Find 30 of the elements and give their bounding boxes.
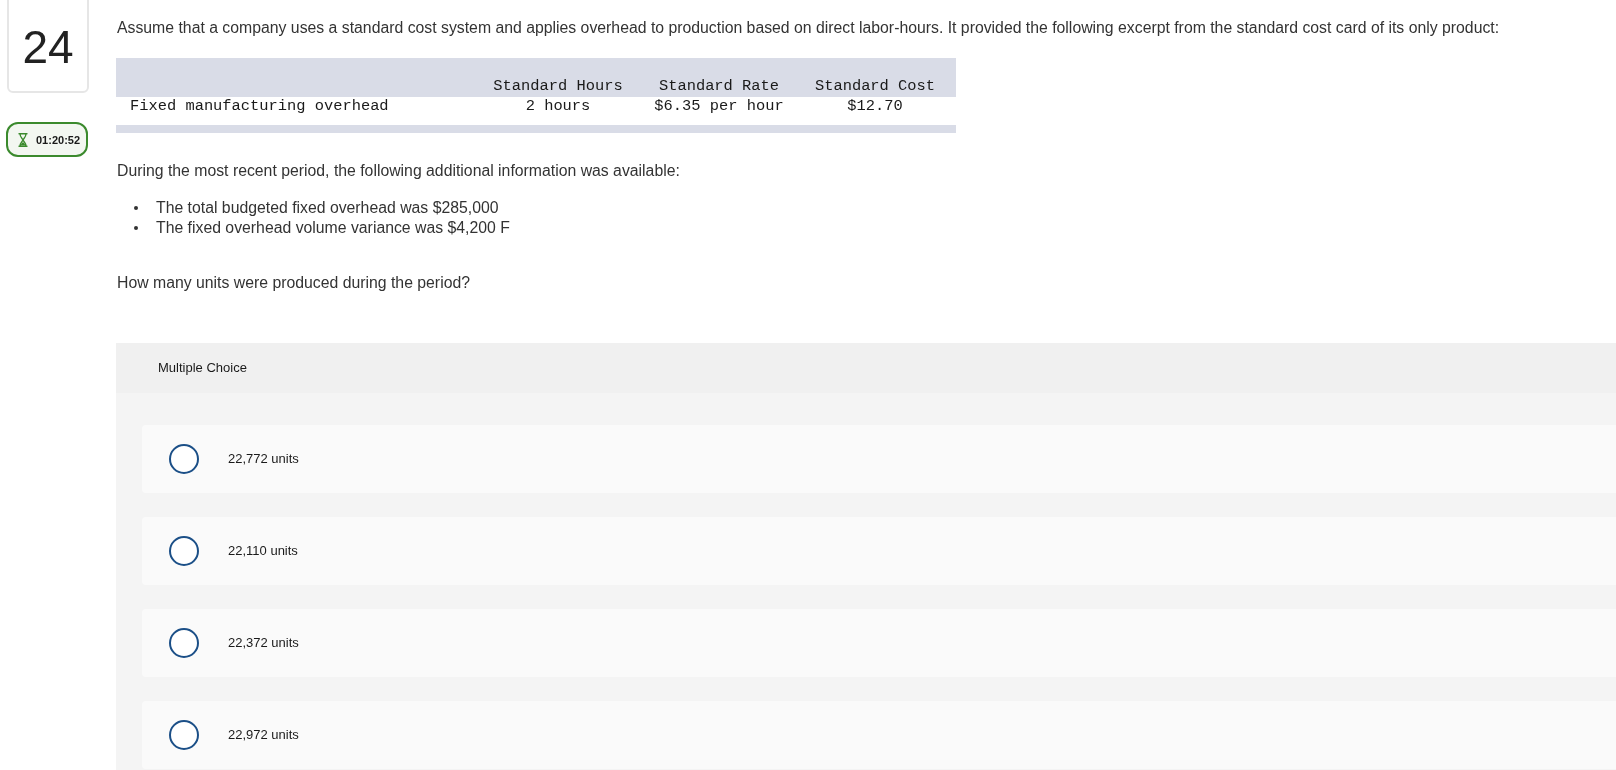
bullet-icon	[134, 226, 138, 230]
column-header: Standard Cost	[813, 77, 937, 95]
column-header: Standard Rate	[657, 77, 781, 95]
option-text: 22,110 units	[228, 542, 298, 561]
answer-option[interactable]: 22,772 units	[142, 425, 1616, 493]
table-cell-text: $12.70	[846, 97, 904, 115]
option-text: 22,372 units	[228, 634, 299, 653]
info-intro: During the most recent period, the following additional information was available:	[116, 161, 680, 181]
question-prompt: Assume that a company uses a standard cost system and applies overhead to production based on direct labor-hours. It provided the following excerpt from the standard cost card of its only product:	[116, 18, 1500, 38]
info-item: The fixed overhead volume variance was $4,200 F	[156, 218, 510, 238]
radio-button[interactable]	[169, 444, 199, 474]
option-text: 22,972 units	[228, 726, 299, 745]
answer-option[interactable]: 22,372 units	[142, 609, 1616, 677]
question-text: How many units were produced during the period?	[116, 273, 470, 293]
info-item: The total budgeted fixed overhead was $285,000	[156, 198, 499, 218]
table-cell-text: $6.35 per hour	[653, 97, 785, 115]
answer-option[interactable]: 22,972 units	[142, 701, 1616, 769]
answer-option[interactable]: 22,110 units	[142, 517, 1616, 585]
radio-button[interactable]	[169, 720, 199, 750]
hourglass-icon	[18, 132, 28, 147]
row-label: Fixed manufacturing overhead	[129, 97, 390, 115]
question-number: 24	[22, 21, 74, 72]
timer-text: 01:20:52	[36, 132, 81, 147]
option-text: 22,772 units	[228, 450, 299, 469]
radio-button[interactable]	[169, 628, 199, 658]
column-header: Standard Hours	[492, 77, 624, 95]
panel-title: Multiple Choice	[158, 359, 247, 378]
table-cell-text: 2 hours	[524, 97, 592, 115]
bullet-icon	[134, 206, 138, 210]
radio-button[interactable]	[169, 536, 199, 566]
